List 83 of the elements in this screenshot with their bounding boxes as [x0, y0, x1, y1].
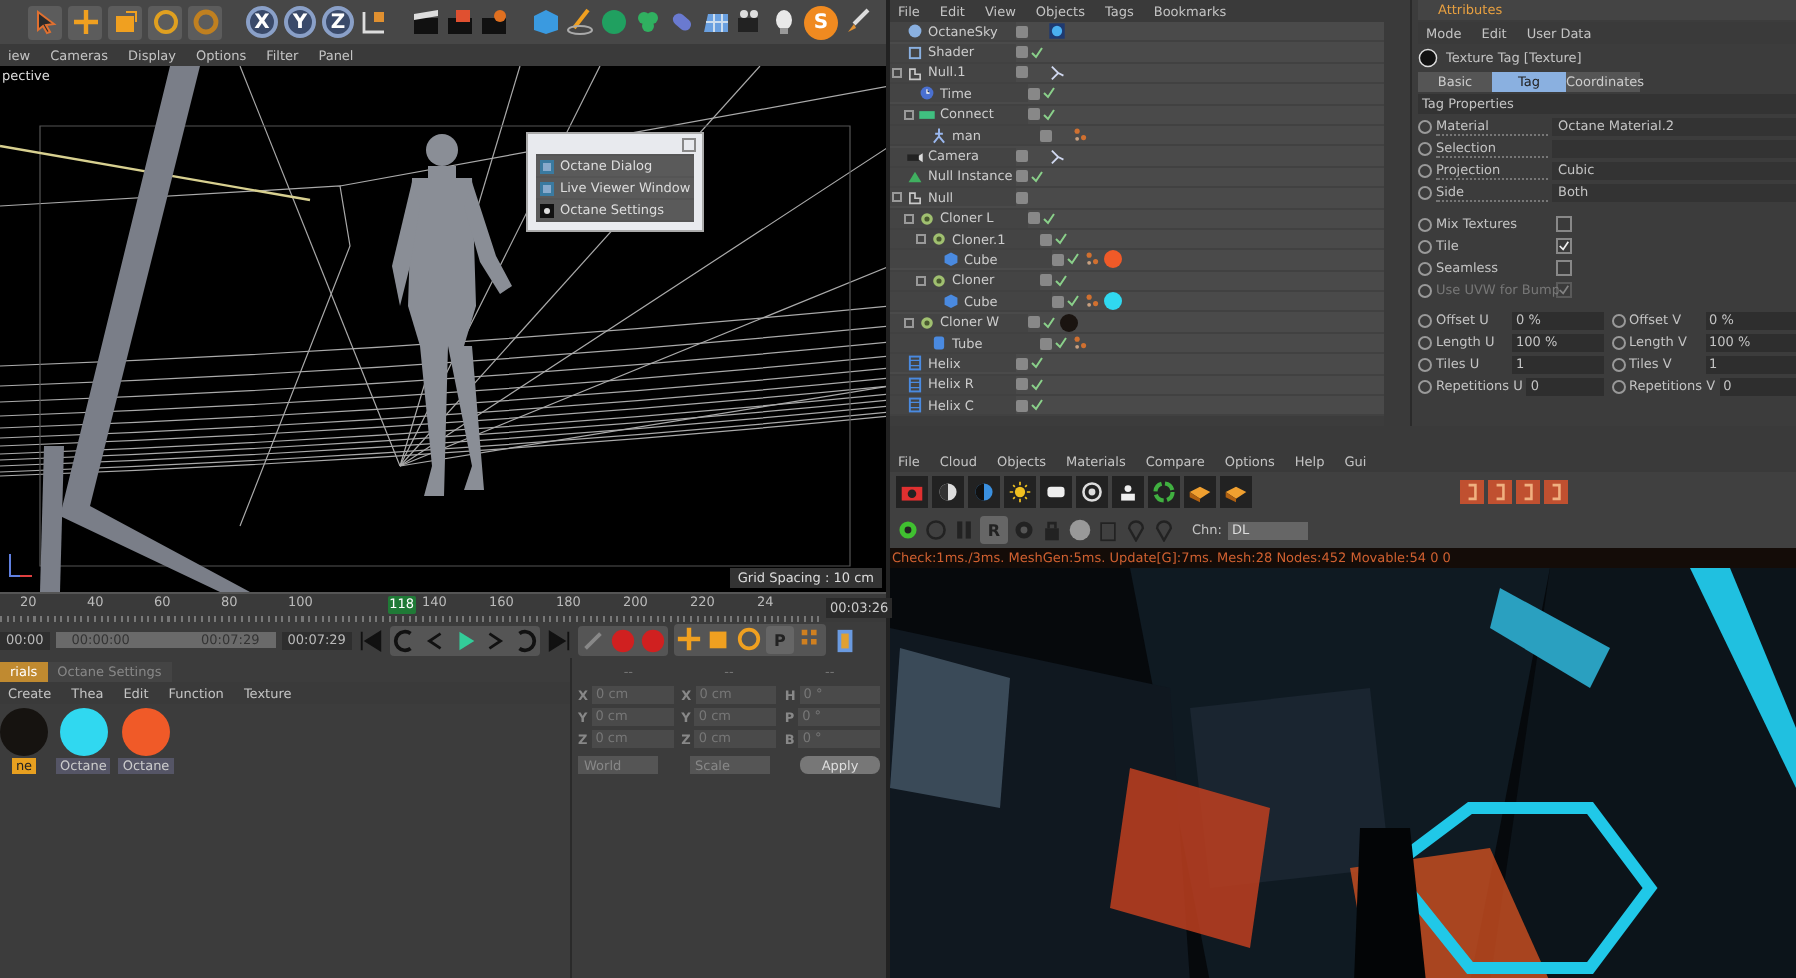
texture-tag-icon	[1418, 48, 1438, 68]
move-icon	[71, 8, 99, 36]
scale-key-icon[interactable]	[705, 626, 732, 652]
axis-lock-button[interactable]: X	[246, 6, 278, 38]
checkmark-icon[interactable]	[1030, 169, 1044, 184]
contrast-button[interactable]	[932, 476, 964, 508]
sky-tag-icon[interactable]	[1048, 22, 1066, 41]
clover-icon[interactable]	[634, 8, 662, 36]
contrast-icon	[972, 480, 996, 504]
bracket-icon[interactable]	[1516, 480, 1540, 504]
rotate-key-icon[interactable]	[735, 626, 762, 652]
close-icon[interactable]	[682, 138, 697, 152]
tube-icon	[930, 334, 948, 353]
dots-tag-icon[interactable]	[1084, 250, 1102, 269]
scale-icon	[111, 8, 139, 36]
camera-button[interactable]	[896, 476, 928, 508]
rotate-button[interactable]	[148, 5, 182, 39]
helix-icon	[906, 396, 924, 415]
rotate-icon	[151, 8, 179, 36]
checkmark-icon[interactable]	[1030, 45, 1044, 60]
camera-icon	[906, 147, 924, 166]
cursor-icon	[31, 8, 59, 36]
checkbox[interactable]	[1556, 238, 1572, 254]
expander-icon[interactable]	[904, 317, 914, 328]
boxes-button[interactable]	[1220, 476, 1252, 508]
grid-plane-icon[interactable]	[702, 8, 730, 36]
cube-icon	[942, 292, 960, 311]
figure-button[interactable]	[1112, 476, 1144, 508]
helix-icon	[906, 375, 924, 394]
move-button[interactable]	[68, 5, 102, 39]
target-button[interactable]	[1076, 476, 1108, 508]
cloner-icon	[930, 271, 948, 290]
bulb-icon[interactable]	[770, 8, 798, 36]
contrast-button[interactable]	[968, 476, 1000, 508]
recycle-button[interactable]	[1148, 476, 1180, 508]
brush-icon[interactable]	[844, 8, 872, 36]
rotate-ring-button[interactable]	[188, 5, 222, 39]
checkbox[interactable]	[1556, 260, 1572, 276]
bracket-icon[interactable]	[1460, 480, 1484, 504]
expander-icon[interactable]	[904, 109, 914, 120]
axis-lock-button[interactable]: Z	[322, 6, 354, 38]
key-icon[interactable]	[579, 627, 606, 653]
checkmark-icon	[1558, 284, 1570, 296]
figure-icon	[930, 126, 948, 145]
axis-lock-button[interactable]: Y	[284, 6, 316, 38]
sphere-icon[interactable]	[1068, 518, 1092, 542]
clapperboard-icon[interactable]	[480, 8, 508, 36]
cube-icon[interactable]	[532, 8, 560, 36]
boxes-button[interactable]	[1184, 476, 1216, 508]
clapperboard-icon[interactable]	[412, 8, 440, 36]
contrast-icon	[936, 480, 960, 504]
dots-tag-icon[interactable]	[1072, 126, 1090, 145]
material-tag[interactable]	[1104, 292, 1122, 311]
cube-icon	[942, 250, 960, 269]
figure-icon	[1116, 480, 1140, 504]
material-tag[interactable]	[1104, 250, 1122, 269]
dots-tag-icon[interactable]	[1084, 292, 1102, 311]
bracket-icon[interactable]	[1488, 480, 1512, 504]
null-icon	[906, 188, 924, 207]
pen-icon[interactable]	[566, 8, 594, 36]
instance-icon	[906, 167, 924, 186]
checkmark-icon	[1558, 240, 1570, 252]
expander-icon[interactable]	[892, 67, 902, 78]
target-icon	[1080, 480, 1104, 504]
expander-icon[interactable]	[916, 275, 926, 286]
null-icon	[906, 63, 924, 82]
shader-icon	[906, 43, 924, 62]
coordinate-system-icon[interactable]	[360, 8, 388, 36]
camera-icon[interactable]	[736, 8, 764, 36]
sun-icon	[1008, 480, 1032, 504]
rectangle-button[interactable]	[1040, 476, 1072, 508]
checkbox[interactable]	[1556, 216, 1572, 232]
rotate-ring-icon	[191, 8, 219, 36]
sun-button[interactable]	[1004, 476, 1036, 508]
scale-button[interactable]	[108, 5, 142, 39]
helix-icon	[906, 354, 924, 373]
axis-gizmo-icon	[9, 553, 33, 577]
move-key-icon[interactable]	[675, 626, 702, 652]
cursor-button[interactable]	[28, 5, 62, 39]
recycle-icon	[1152, 480, 1176, 504]
bracket-icon[interactable]	[1544, 480, 1568, 504]
cloner-icon	[918, 313, 936, 332]
dots-tag-icon[interactable]	[1072, 334, 1090, 353]
